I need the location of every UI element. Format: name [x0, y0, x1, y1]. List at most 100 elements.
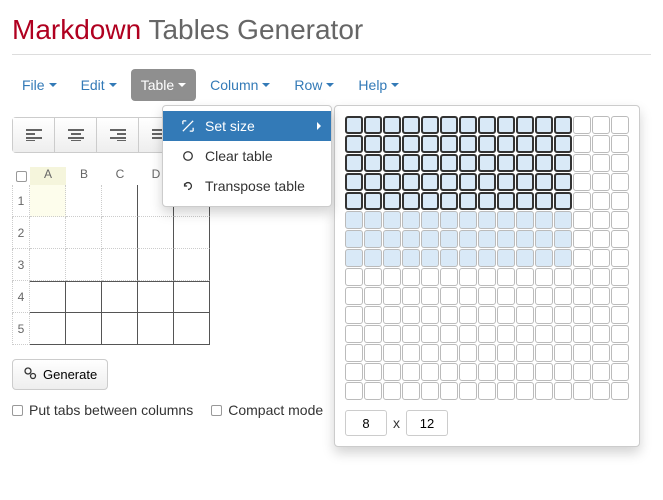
- size-cell[interactable]: [592, 116, 610, 134]
- align-center-button[interactable]: [55, 118, 97, 152]
- size-cell[interactable]: [364, 344, 382, 362]
- size-cell[interactable]: [554, 135, 572, 153]
- size-cell[interactable]: [516, 249, 534, 267]
- size-cell[interactable]: [516, 135, 534, 153]
- size-cell[interactable]: [345, 344, 363, 362]
- size-cell[interactable]: [535, 306, 553, 324]
- size-cell[interactable]: [611, 230, 629, 248]
- size-cell[interactable]: [383, 135, 401, 153]
- column-header[interactable]: B: [66, 167, 102, 185]
- size-cell[interactable]: [478, 230, 496, 248]
- size-cell[interactable]: [459, 344, 477, 362]
- table-cell[interactable]: [174, 313, 210, 345]
- size-cell[interactable]: [535, 382, 553, 400]
- size-cell[interactable]: [554, 306, 572, 324]
- size-cell[interactable]: [592, 306, 610, 324]
- size-cell[interactable]: [573, 382, 591, 400]
- size-cell[interactable]: [459, 211, 477, 229]
- size-cell[interactable]: [402, 344, 420, 362]
- table-cell[interactable]: [102, 313, 138, 345]
- size-cell[interactable]: [573, 116, 591, 134]
- menu-column[interactable]: Column: [200, 69, 280, 101]
- size-cell[interactable]: [535, 363, 553, 381]
- size-cell[interactable]: [459, 287, 477, 305]
- size-cell[interactable]: [459, 192, 477, 210]
- size-cell[interactable]: [611, 192, 629, 210]
- table-cell[interactable]: [138, 217, 174, 249]
- size-cell[interactable]: [535, 173, 553, 191]
- size-cell[interactable]: [364, 173, 382, 191]
- size-cell[interactable]: [554, 230, 572, 248]
- size-cell[interactable]: [611, 211, 629, 229]
- size-cell[interactable]: [497, 135, 515, 153]
- size-cell[interactable]: [497, 344, 515, 362]
- size-cell[interactable]: [516, 306, 534, 324]
- size-cell[interactable]: [383, 211, 401, 229]
- size-cell[interactable]: [364, 230, 382, 248]
- size-cell[interactable]: [516, 268, 534, 286]
- size-cell[interactable]: [345, 154, 363, 172]
- size-cell[interactable]: [516, 287, 534, 305]
- size-cell[interactable]: [345, 325, 363, 343]
- size-cell[interactable]: [364, 325, 382, 343]
- size-cell[interactable]: [592, 192, 610, 210]
- size-cell[interactable]: [345, 268, 363, 286]
- size-cell[interactable]: [421, 116, 439, 134]
- row-header[interactable]: 3: [12, 249, 30, 281]
- size-cell[interactable]: [497, 116, 515, 134]
- size-cell[interactable]: [478, 363, 496, 381]
- size-cell[interactable]: [421, 230, 439, 248]
- size-cell[interactable]: [554, 268, 572, 286]
- size-cell[interactable]: [554, 344, 572, 362]
- size-cell[interactable]: [440, 306, 458, 324]
- size-cell[interactable]: [421, 249, 439, 267]
- size-cell[interactable]: [516, 363, 534, 381]
- size-cell[interactable]: [535, 344, 553, 362]
- size-cell[interactable]: [535, 230, 553, 248]
- size-cell[interactable]: [421, 363, 439, 381]
- size-cell[interactable]: [402, 325, 420, 343]
- size-cell[interactable]: [478, 382, 496, 400]
- size-cell[interactable]: [383, 154, 401, 172]
- size-cell[interactable]: [516, 192, 534, 210]
- size-cell[interactable]: [440, 116, 458, 134]
- size-cell[interactable]: [478, 268, 496, 286]
- size-cell[interactable]: [497, 363, 515, 381]
- size-cell[interactable]: [535, 249, 553, 267]
- size-cell[interactable]: [459, 325, 477, 343]
- size-cell[interactable]: [383, 363, 401, 381]
- size-cell[interactable]: [573, 230, 591, 248]
- size-cell[interactable]: [592, 154, 610, 172]
- dropdown-clear-table[interactable]: Clear table: [163, 141, 331, 171]
- size-cell[interactable]: [345, 116, 363, 134]
- size-cell[interactable]: [592, 382, 610, 400]
- size-cell[interactable]: [440, 249, 458, 267]
- select-all-checkbox[interactable]: [12, 167, 30, 185]
- size-cell[interactable]: [611, 287, 629, 305]
- size-cell[interactable]: [383, 325, 401, 343]
- size-cell[interactable]: [345, 287, 363, 305]
- size-cell[interactable]: [497, 154, 515, 172]
- size-cell[interactable]: [611, 306, 629, 324]
- size-cell[interactable]: [345, 363, 363, 381]
- size-cell[interactable]: [364, 135, 382, 153]
- size-cell[interactable]: [516, 154, 534, 172]
- size-cell[interactable]: [573, 268, 591, 286]
- table-cell[interactable]: [174, 217, 210, 249]
- size-cell[interactable]: [497, 249, 515, 267]
- size-cell[interactable]: [440, 135, 458, 153]
- size-cell[interactable]: [402, 173, 420, 191]
- size-cell[interactable]: [592, 363, 610, 381]
- size-cell[interactable]: [383, 306, 401, 324]
- size-rows-input[interactable]: [345, 410, 387, 436]
- size-cell[interactable]: [554, 287, 572, 305]
- size-cell[interactable]: [478, 211, 496, 229]
- size-cell[interactable]: [345, 382, 363, 400]
- size-cell[interactable]: [573, 363, 591, 381]
- size-cell[interactable]: [554, 382, 572, 400]
- size-cell[interactable]: [383, 230, 401, 248]
- size-cell[interactable]: [459, 135, 477, 153]
- size-cell[interactable]: [573, 344, 591, 362]
- size-cell[interactable]: [554, 363, 572, 381]
- table-cell[interactable]: [30, 185, 66, 217]
